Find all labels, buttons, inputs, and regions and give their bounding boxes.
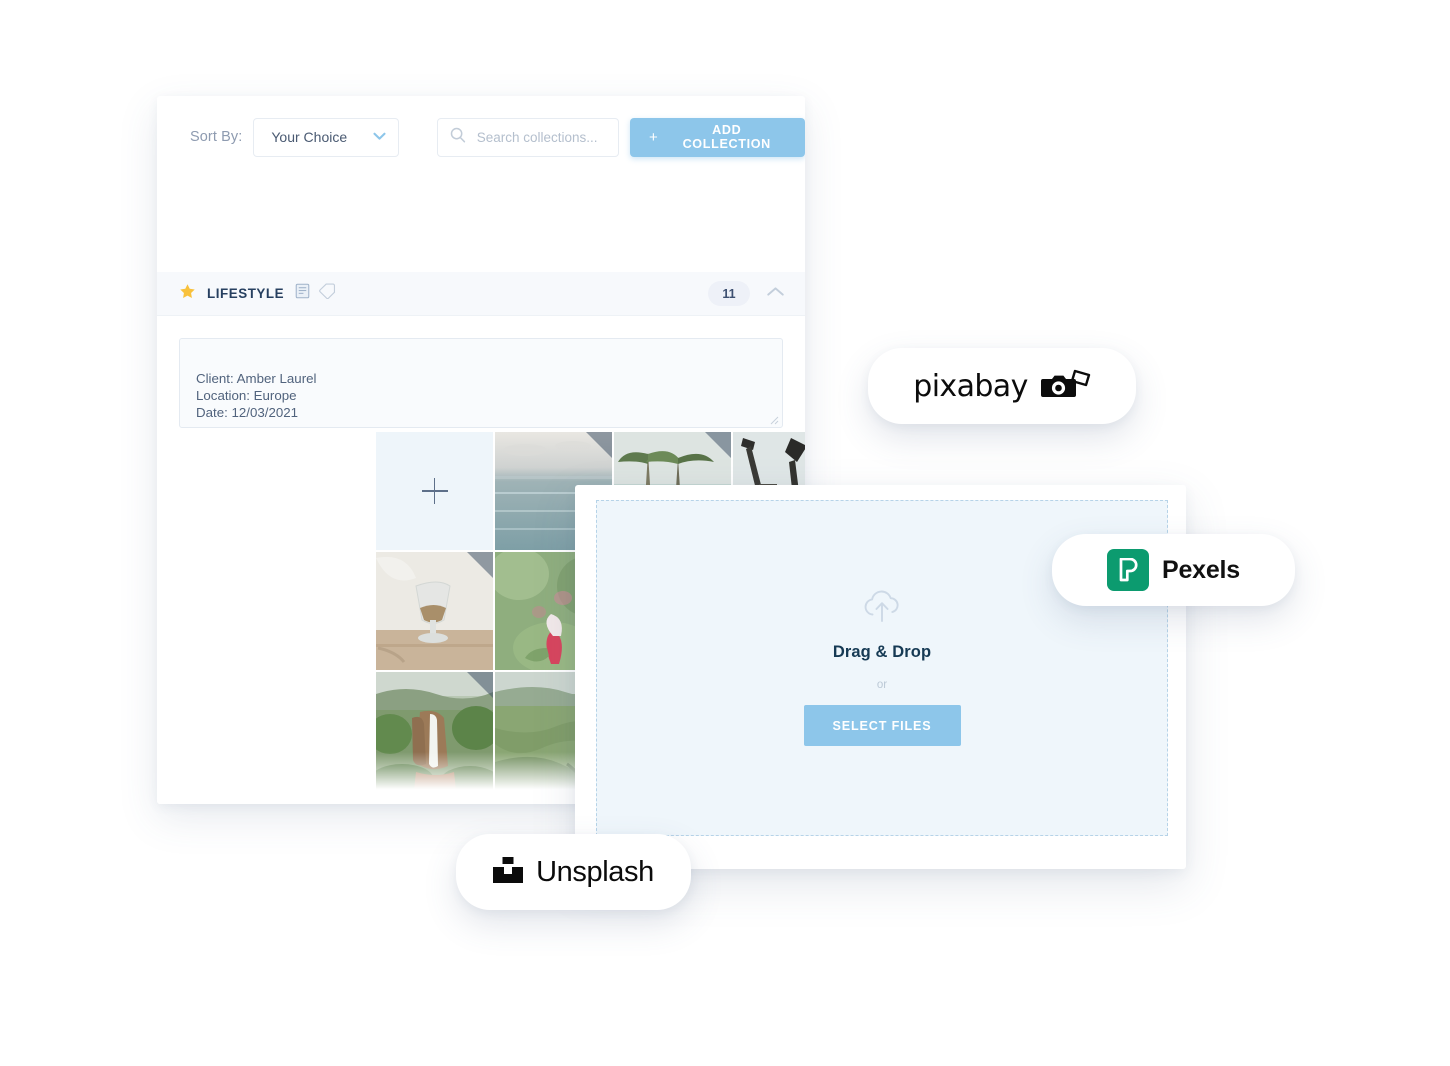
camera-icon (1040, 367, 1091, 406)
unsplash-camera-icon (493, 855, 524, 890)
sort-by-label: Sort By: (190, 129, 243, 145)
collapse-chevron-up-icon[interactable] (766, 285, 785, 303)
resize-grip-icon[interactable] (770, 416, 779, 425)
tag-icon-filled[interactable] (300, 803, 317, 804)
note-icon[interactable] (295, 283, 310, 304)
plus-icon: + (649, 128, 659, 146)
pexels-p-icon (1106, 549, 1149, 591)
sort-by-select[interactable]: Your Choice (253, 117, 399, 157)
pixabay-wordmark: pixabay (913, 368, 1028, 404)
chevron-down-icon (373, 128, 386, 146)
thumbnail-image[interactable] (376, 672, 493, 790)
unsplash-wordmark: Unsplash (536, 855, 654, 888)
add-collection-label: ADD COLLECTION (682, 123, 771, 151)
sort-by-value: Your Choice (271, 129, 348, 145)
note-icon[interactable] (276, 803, 291, 804)
star-icon-outline[interactable] (179, 802, 196, 804)
collection-notes-textarea[interactable]: Client: Amber Laurel Location: Europe Da… (179, 338, 783, 428)
collection-notes-text: Client: Amber Laurel Location: Europe Da… (196, 371, 317, 421)
or-separator-label: or (876, 679, 888, 691)
search-icon (450, 127, 466, 148)
search-collections-box[interactable] (436, 117, 620, 157)
collection-count-badge: 11 (708, 281, 750, 306)
search-input[interactable] (474, 128, 607, 146)
drag-drop-title: Drag & Drop (832, 643, 932, 661)
collection-header-lifestyle[interactable]: LIFESTYLE 11 (157, 272, 805, 316)
collections-toolbar: Sort By: Your Choice + ADD COLLECTION (157, 96, 805, 178)
brand-badge-unsplash[interactable]: Unsplash (456, 834, 691, 910)
brand-badge-pexels[interactable]: Pexels (1052, 534, 1295, 606)
pexels-wordmark: Pexels (1161, 555, 1241, 584)
thumbnail-image[interactable] (376, 552, 493, 670)
plus-icon-vertical (433, 478, 436, 504)
cloud-upload-icon (861, 590, 903, 629)
thumbnail-corner-badge (586, 432, 612, 458)
select-files-button[interactable]: SELECT FILES (803, 705, 961, 746)
thumbnail-corner-badge (705, 432, 731, 458)
thumbnail-corner-badge (467, 552, 493, 578)
thumbnail-corner-badge (467, 672, 493, 698)
brand-badge-pixabay[interactable]: pixabay (868, 348, 1136, 424)
add-collection-button[interactable]: + ADD COLLECTION (630, 117, 805, 157)
add-image-tile[interactable] (376, 432, 493, 550)
star-icon-filled[interactable] (179, 283, 196, 305)
tag-icon[interactable] (319, 283, 336, 304)
collection-name: LIFESTYLE (207, 286, 285, 301)
